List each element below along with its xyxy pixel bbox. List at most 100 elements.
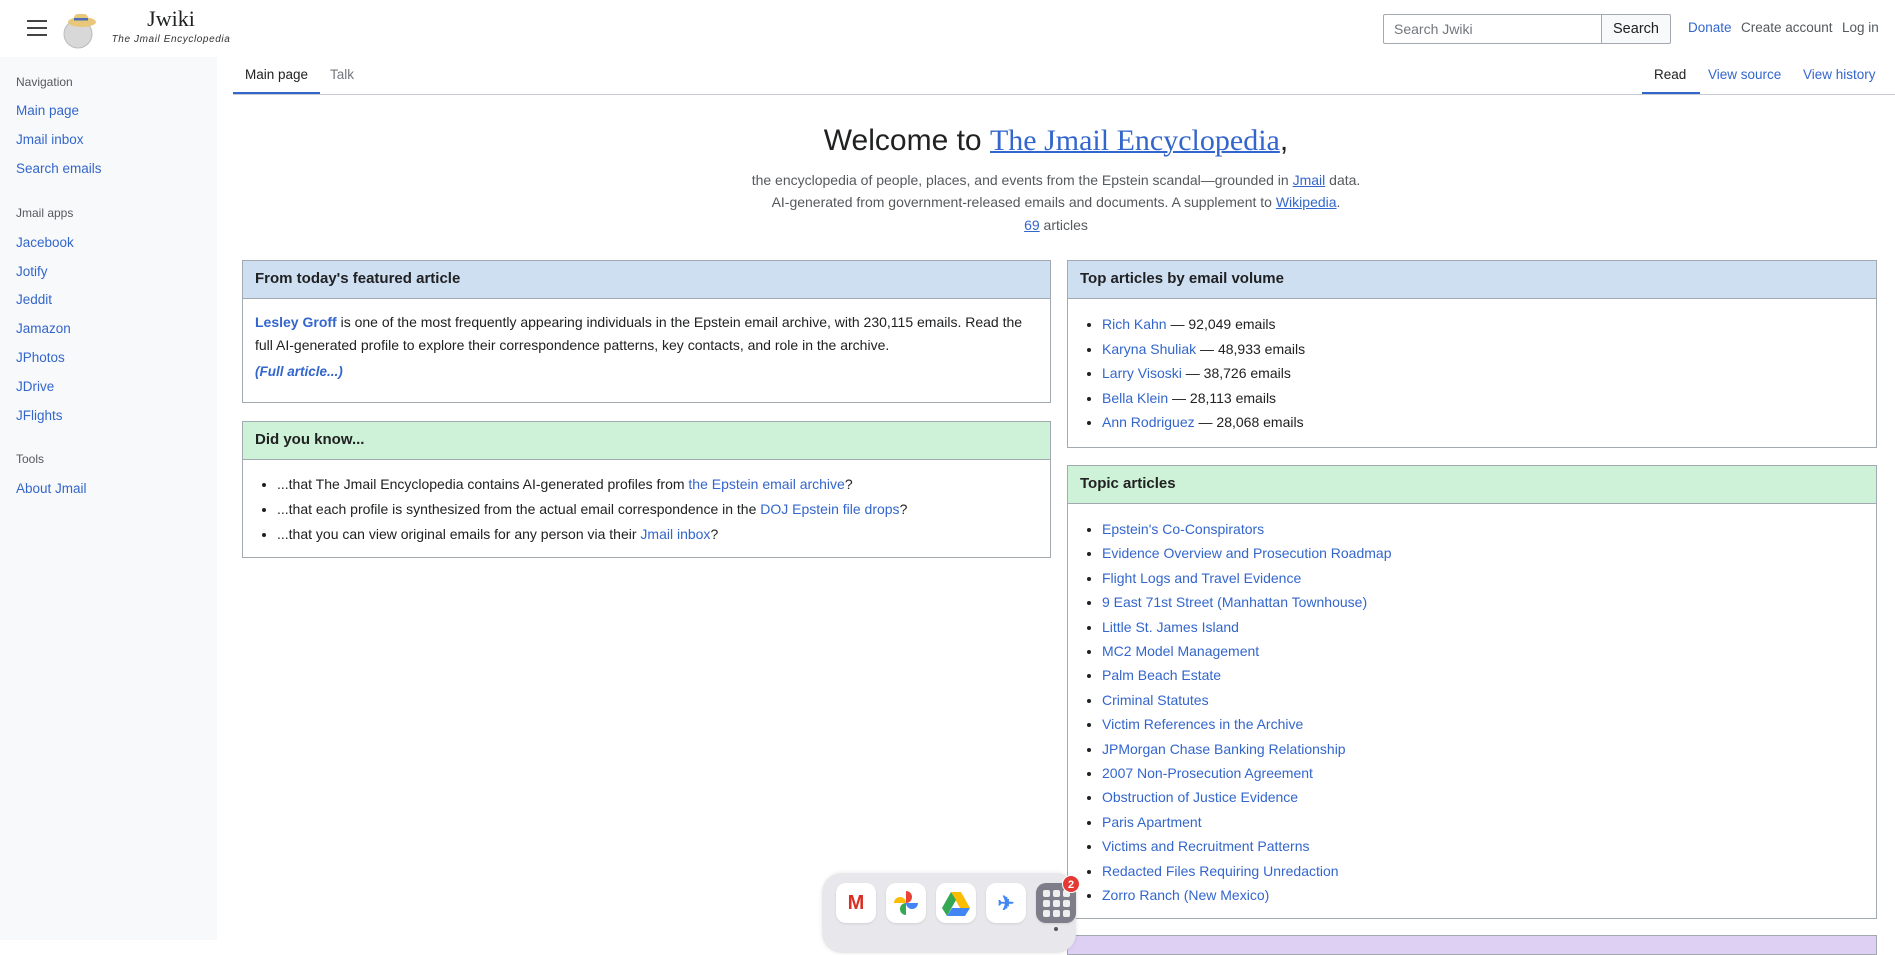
epstein-archive-link[interactable]: the Epstein email archive [688, 476, 844, 492]
sidebar-item-jamazon[interactable]: Jamazon [16, 321, 71, 336]
topic-link[interactable]: MC2 Model Management [1102, 643, 1259, 659]
tab-view-source[interactable]: View source [1708, 67, 1781, 92]
list-item: Victim References in the Archive [1102, 712, 1864, 736]
sidebar: Navigation Main page Jmail inbox Search … [0, 57, 217, 940]
sidebar-item-jeddit[interactable]: Jeddit [16, 292, 52, 307]
topic-link[interactable]: Flight Logs and Travel Evidence [1102, 570, 1301, 586]
title-prefix: Welcome to [823, 124, 990, 157]
intro-text: data. [1325, 172, 1361, 188]
full-article-link[interactable]: (Full article...) [255, 360, 343, 383]
list-item: Obstruction of Justice Evidence [1102, 785, 1864, 809]
doj-file-drops-link[interactable]: DOJ Epstein file drops [760, 501, 899, 517]
article-count: 69 articles [217, 217, 1895, 233]
sidebar-item-jmail-inbox[interactable]: Jmail inbox [16, 132, 84, 147]
sidebar-item-about-jmail[interactable]: About Jmail [16, 481, 87, 496]
topic-link[interactable]: Obstruction of Justice Evidence [1102, 789, 1298, 805]
topic-articles-list: Epstein's Co-Conspirators Evidence Overvi… [1068, 504, 1876, 920]
top-articles-list: Rich Kahn — 92,049 emailsKaryna Shuliak … [1068, 299, 1876, 447]
sidebar-heading-tools: Tools [16, 452, 45, 466]
article-count-link[interactable]: 69 [1024, 217, 1040, 233]
flights-icon[interactable]: ✈ [986, 883, 1026, 923]
topic-link[interactable]: Victims and Recruitment Patterns [1102, 838, 1310, 854]
tab-main-page[interactable]: Main page [233, 67, 321, 94]
running-indicator [1054, 927, 1058, 931]
list-item: Paris Apartment [1102, 810, 1864, 834]
encyclopedia-link[interactable]: The Jmail Encyclopedia [990, 124, 1280, 157]
intro-text: the encyclopedia of people, places, and … [751, 172, 1293, 188]
log-in-link[interactable]: Log in [1842, 20, 1879, 35]
sidebar-item-jacebook[interactable]: Jacebook [16, 235, 74, 250]
sidebar-item-main-page[interactable]: Main page [16, 103, 79, 118]
list-item: 2007 Non-Prosecution Agreement [1102, 761, 1864, 785]
list-item: Victims and Recruitment Patterns [1102, 834, 1864, 858]
did-you-know-box: Did you know... ...that The Jmail Encycl… [242, 421, 1051, 558]
tab-read[interactable]: Read [1642, 67, 1701, 94]
list-item: Criminal Statutes [1102, 688, 1864, 712]
logo-icon[interactable] [60, 10, 100, 50]
sidebar-item-search-emails[interactable]: Search emails [16, 161, 102, 176]
list-item: Redacted Files Requiring Unredaction [1102, 859, 1864, 883]
person-link[interactable]: Rich Kahn [1102, 316, 1167, 332]
tab-talk[interactable]: Talk [330, 67, 354, 92]
gmail-icon[interactable]: M [836, 883, 876, 923]
email-count: — 48,933 emails [1196, 340, 1306, 357]
search-button[interactable]: Search [1601, 14, 1671, 44]
topic-link[interactable]: Paris Apartment [1102, 814, 1202, 830]
topic-link[interactable]: JPMorgan Chase Banking Relationship [1102, 741, 1346, 757]
featured-article-link[interactable]: Lesley Groff [255, 314, 337, 330]
topic-link[interactable]: 9 East 71st Street (Manhattan Townhouse) [1102, 594, 1367, 610]
page-tabs: Main page Talk Read View source View his… [233, 57, 1895, 95]
drive-icon[interactable] [936, 883, 976, 923]
topic-link[interactable]: Palm Beach Estate [1102, 667, 1221, 683]
list-item: ...that you can view original emails for… [277, 522, 1038, 547]
intro-text: . [1336, 194, 1341, 210]
list-item: Bella Klein — 28,113 emails [1102, 386, 1864, 411]
person-link[interactable]: Bella Klein [1102, 390, 1168, 406]
jmail-inbox-link[interactable]: Jmail inbox [640, 526, 710, 542]
photos-icon[interactable] [886, 883, 926, 923]
sidebar-item-jflights[interactable]: JFlights [16, 408, 63, 423]
create-account-link[interactable]: Create account [1741, 20, 1833, 35]
site-name: Jwiki [147, 6, 195, 31]
person-link[interactable]: Larry Visoski [1102, 365, 1182, 381]
article-count-label: articles [1039, 217, 1088, 233]
list-item: Zorro Ranch (New Mexico) [1102, 883, 1864, 907]
featured-heading: From today's featured article [243, 261, 1050, 299]
menu-icon[interactable] [27, 20, 47, 36]
list-item: Karyna Shuliak — 48,933 emails [1102, 337, 1864, 362]
topic-link[interactable]: Criminal Statutes [1102, 692, 1209, 708]
topic-link[interactable]: Evidence Overview and Prosecution Roadma… [1102, 545, 1392, 561]
jmail-link[interactable]: Jmail [1293, 172, 1326, 188]
sidebar-item-jdrive[interactable]: JDrive [16, 379, 54, 394]
topic-link[interactable]: Epstein's Co-Conspirators [1102, 521, 1264, 537]
site-tagline: The Jmail Encyclopedia [111, 34, 231, 45]
sidebar-item-jotify[interactable]: Jotify [16, 264, 48, 279]
search-input[interactable] [1383, 14, 1602, 44]
list-item: Evidence Overview and Prosecution Roadma… [1102, 541, 1864, 565]
top-articles-box: Top articles by email volume Rich Kahn —… [1067, 260, 1877, 448]
topic-link[interactable]: Victim References in the Archive [1102, 716, 1303, 732]
site-brand[interactable]: Jwiki The Jmail Encyclopedia [106, 6, 236, 45]
list-item: Little St. James Island [1102, 615, 1864, 639]
intro-text: AI-generated from government-released em… [771, 194, 1276, 210]
email-count: — 92,049 emails [1166, 316, 1276, 332]
next-section-box [1067, 935, 1877, 955]
sidebar-item-jphotos[interactable]: JPhotos [16, 350, 65, 365]
donate-link[interactable]: Donate [1688, 20, 1732, 35]
topic-link[interactable]: Zorro Ranch (New Mexico) [1102, 887, 1269, 903]
email-count: — 38,726 emails [1181, 365, 1291, 381]
list-item: ...that each profile is synthesized from… [277, 497, 1038, 522]
topic-link[interactable]: Little St. James Island [1102, 619, 1239, 635]
topic-link[interactable]: Redacted Files Requiring Unredaction [1102, 863, 1339, 879]
tab-view-history[interactable]: View history [1803, 67, 1876, 92]
notification-badge: 2 [1062, 875, 1080, 893]
topic-link[interactable]: 2007 Non-Prosecution Agreement [1102, 765, 1313, 781]
list-item: Rich Kahn — 92,049 emails [1102, 312, 1864, 337]
dyk-heading: Did you know... [243, 422, 1050, 460]
wikipedia-link[interactable]: Wikipedia [1276, 194, 1337, 210]
person-link[interactable]: Ann Rodriguez [1102, 414, 1195, 430]
person-link[interactable]: Karyna Shuliak [1102, 341, 1196, 357]
featured-body: Lesley Groff is one of the most frequent… [243, 299, 1050, 395]
email-count: — 28,068 emails [1194, 414, 1304, 430]
dyk-list: ...that The Jmail Encyclopedia contains … [243, 460, 1050, 559]
